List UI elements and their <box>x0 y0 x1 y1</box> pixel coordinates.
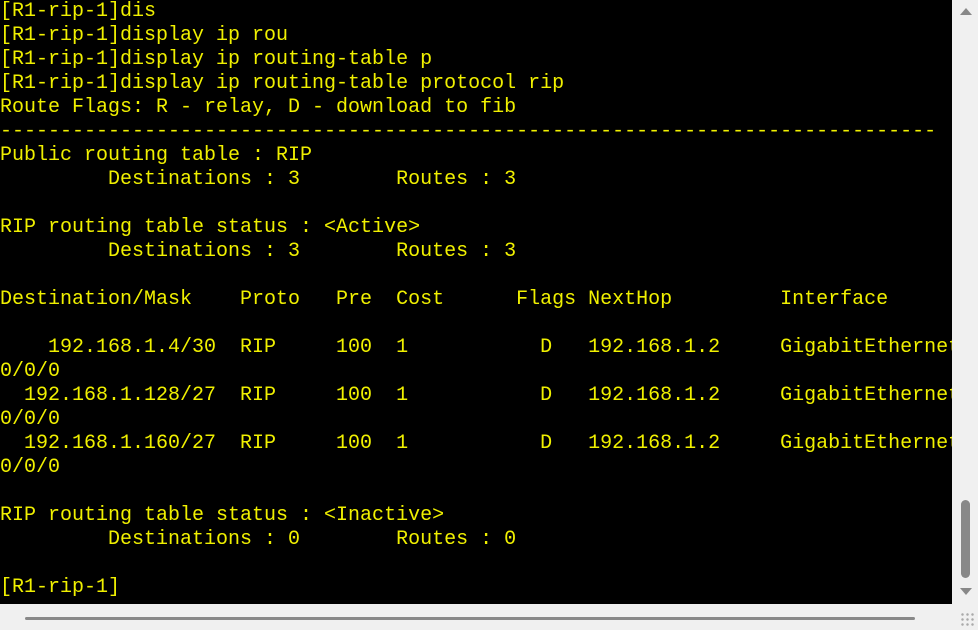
arrow-up-icon[interactable] <box>960 8 972 15</box>
terminal-line: Destination/Mask Proto Pre Cost Flags Ne… <box>0 288 889 311</box>
terminal-line: [R1-rip-1]display ip routing-table proto… <box>0 72 565 95</box>
terminal-line: Destinations : 0 Routes : 0 <box>0 528 517 551</box>
terminal-line: 192.168.1.128/27 RIP 100 1 D 192.168.1.2… <box>0 384 952 407</box>
terminal-line: 192.168.1.4/30 RIP 100 1 D 192.168.1.2 G… <box>0 336 952 359</box>
terminal-line: Destinations : 3 Routes : 3 <box>0 168 517 191</box>
terminal-line: Destinations : 3 Routes : 3 <box>0 240 517 263</box>
terminal-line: ----------------------------------------… <box>0 120 937 143</box>
terminal-line: [R1-rip-1] <box>0 576 121 599</box>
terminal-line: [R1-rip-1]display ip routing-table p <box>0 48 433 71</box>
terminal-line: [R1-rip-1]display ip rou <box>0 24 289 47</box>
horizontal-scrollbar[interactable] <box>0 604 953 630</box>
terminal-line: Public routing table : RIP <box>0 144 313 167</box>
terminal-output[interactable]: [R1-rip-1]dis [R1-rip-1]display ip rou [R1… <box>0 0 952 604</box>
terminal-line: RIP routing table status : <Inactive> <box>0 504 445 527</box>
vertical-scrollbar[interactable] <box>953 0 978 604</box>
vertical-scroll-thumb[interactable] <box>961 500 970 578</box>
terminal-line: 0/0/0 <box>0 360 61 383</box>
arrow-down-icon[interactable] <box>960 588 972 595</box>
terminal-line: Route Flags: R - relay, D - download to … <box>0 96 517 119</box>
terminal-line: 192.168.1.160/27 RIP 100 1 D 192.168.1.2… <box>0 432 952 455</box>
horizontal-scroll-thumb[interactable] <box>25 617 915 620</box>
terminal-line: 0/0/0 <box>0 408 61 431</box>
terminal-line: [R1-rip-1]dis <box>0 0 157 23</box>
terminal-line: RIP routing table status : <Active> <box>0 216 421 239</box>
terminal-line: 0/0/0 <box>0 456 61 479</box>
resize-grip-icon[interactable] <box>960 612 974 626</box>
